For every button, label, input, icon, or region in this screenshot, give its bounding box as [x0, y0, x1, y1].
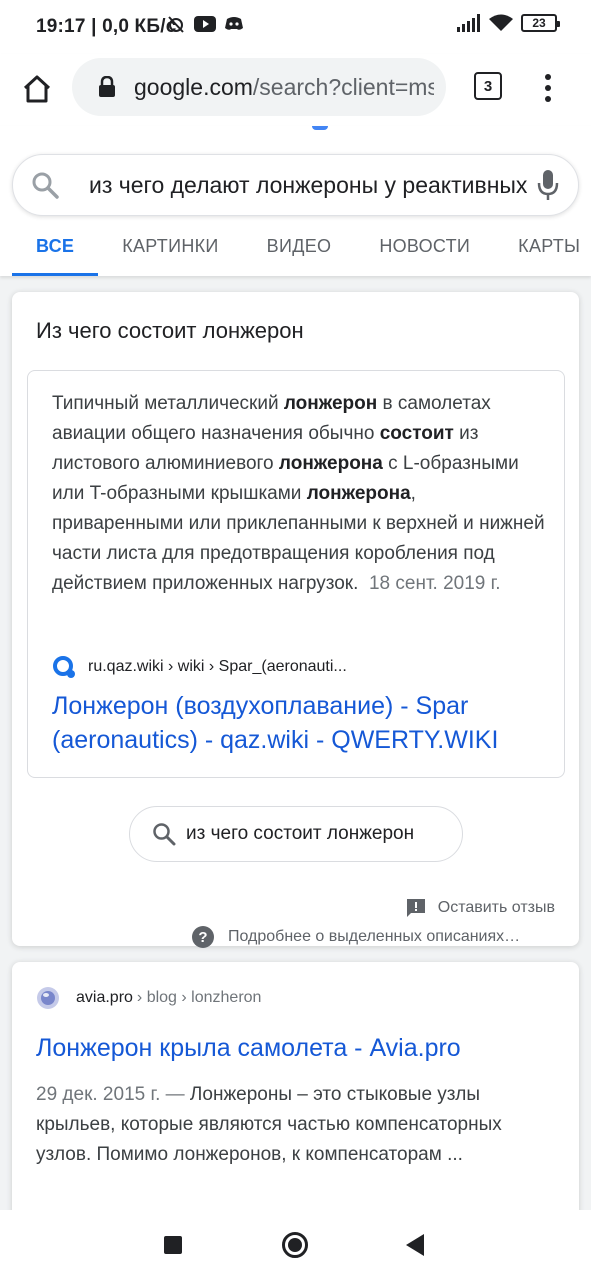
- result-host: avia.pro: [76, 989, 133, 1006]
- tab-images[interactable]: КАРТИНКИ: [122, 232, 218, 276]
- related-search-chip[interactable]: из чего состоит лонжерон: [129, 806, 463, 862]
- url-host: google.com: [134, 74, 253, 100]
- globe-favicon-icon: [37, 987, 59, 1009]
- featured-question: Из чего состоит лонжерон: [36, 318, 304, 343]
- search-icon: [32, 172, 59, 199]
- qaz-wiki-favicon-icon: [53, 656, 75, 678]
- search-result-card: avia.pro › blog › lonzheron Лонжерон кры…: [12, 962, 579, 1222]
- dot: [545, 74, 551, 80]
- feedback-link[interactable]: Оставить отзыв: [406, 898, 555, 918]
- search-box[interactable]: из чего делают лонжероны у реактивных са…: [12, 154, 579, 216]
- youtube-icon: [194, 16, 216, 32]
- discord-icon: [225, 17, 243, 30]
- system-navigation-bar: [0, 1210, 591, 1280]
- home-button[interactable]: [16, 68, 58, 110]
- result-source[interactable]: avia.pro › blog › lonzheron: [36, 986, 261, 1010]
- about-featured-snippets-link[interactable]: ? Подробнее о выделенных описаниях…: [192, 926, 520, 948]
- recent-apps-icon[interactable]: [164, 1236, 182, 1254]
- status-time-speed: 19:17 | 0,0 КБ/с: [36, 16, 177, 37]
- featured-result-link[interactable]: Лонжерон (воздухоплавание) - Spar (aeron…: [52, 689, 552, 757]
- snippet-bold: лонжерон: [283, 393, 378, 414]
- back-icon[interactable]: [406, 1234, 424, 1256]
- status-notification-icons: [166, 14, 244, 34]
- snippet-bold: состоит: [379, 423, 454, 444]
- url-path: /search?client=ms-android: [252, 74, 434, 100]
- search-tabs: ВСЕ КАРТИНКИ ВИДЕО НОВОСТИ КАРТЫ: [12, 232, 591, 276]
- search-header: из чего делают лонжероны у реактивных са…: [0, 126, 591, 276]
- status-bar: 19:17 | 0,0 КБ/с 23: [0, 0, 591, 54]
- featured-snippet-card: Из чего состоит лонжерон Типичный металл…: [12, 292, 579, 948]
- signal-icon: [457, 14, 480, 32]
- snippet-date: 18 сент. 2019 г.: [368, 573, 501, 594]
- snippet-part: Типичный металлический: [52, 393, 284, 414]
- url-text: google.com/search?client=ms-android: [134, 74, 434, 101]
- related-search-text: из чего состоит лонжерон: [186, 823, 415, 844]
- tab-news[interactable]: НОВОСТИ: [379, 232, 470, 276]
- status-system-icons: 23: [457, 14, 560, 32]
- result-path: › blog › lonzheron: [136, 989, 262, 1006]
- microphone-icon[interactable]: [536, 168, 560, 202]
- about-text: Подробнее о выделенных описаниях…: [228, 928, 521, 945]
- browser-toolbar: google.com/search?client=ms-android 3: [0, 54, 591, 126]
- help-icon: ?: [192, 926, 214, 948]
- more-menu-button[interactable]: [534, 68, 562, 108]
- google-logo-fragment: [312, 126, 328, 130]
- dot: [545, 85, 551, 91]
- snippet-bold: лонжерона: [278, 453, 383, 474]
- result-snippet: 29 дек. 2015 г. — Лонжероны – это стыков…: [36, 1080, 556, 1170]
- battery-icon: 23: [521, 14, 560, 32]
- home-icon: [23, 75, 51, 103]
- result-title-link[interactable]: Лонжерон крыла самолета - Avia.pro: [36, 1034, 461, 1063]
- feedback-text: Оставить отзыв: [437, 899, 555, 916]
- snippet-bold: лонжерона: [306, 483, 411, 504]
- wifi-icon: [489, 14, 513, 31]
- feedback-icon: [406, 899, 425, 917]
- tab-video[interactable]: ВИДЕО: [267, 232, 332, 276]
- dot: [545, 96, 551, 102]
- search-input[interactable]: из чего делают лонжероны у реактивных са…: [89, 172, 527, 199]
- alarm-off-icon: [168, 16, 184, 33]
- tab-switcher-button[interactable]: 3: [474, 72, 502, 100]
- address-bar[interactable]: google.com/search?client=ms-android: [72, 58, 446, 116]
- result-date: 29 дек. 2015 г. —: [36, 1084, 185, 1105]
- home-nav-icon[interactable]: [282, 1232, 308, 1258]
- tab-all[interactable]: ВСЕ: [12, 232, 99, 276]
- source-url: ru.qaz.wiki › wiki › Spar_(aeronauti...: [88, 658, 347, 675]
- snippet-box: Типичный металлический лонжерон в самоле…: [27, 370, 565, 778]
- lock-icon: [99, 76, 115, 97]
- tab-maps[interactable]: КАРТЫ: [518, 232, 580, 276]
- snippet-text: Типичный металлический лонжерон в самоле…: [52, 389, 546, 599]
- search-icon: [153, 823, 176, 846]
- snippet-source[interactable]: ru.qaz.wiki › wiki › Spar_(aeronauti...: [52, 655, 347, 679]
